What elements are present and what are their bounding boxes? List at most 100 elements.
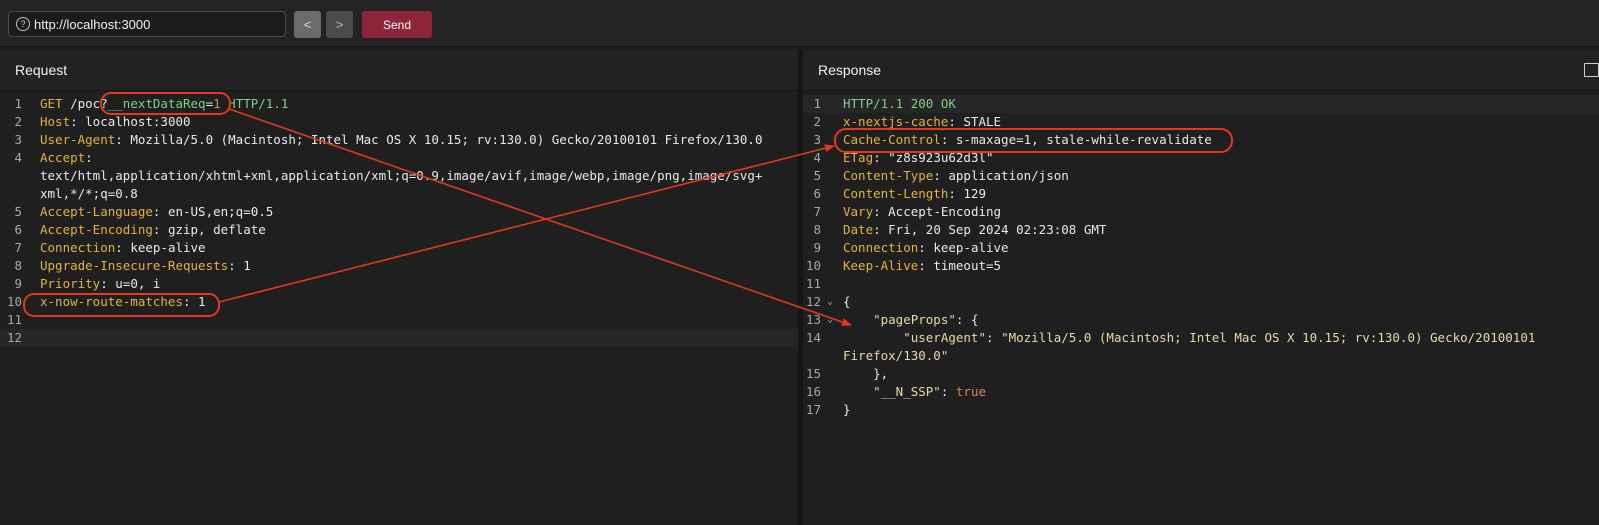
line-number: 4: [14, 150, 22, 165]
request-line: 6 Accept-Encoding: gzip, deflate: [0, 221, 798, 239]
code-token: : en-US,en;q=0.5: [152, 204, 274, 219]
request-line: 7 Connection: keep-alive: [0, 239, 798, 257]
line-text: Firefox/130.0": [843, 347, 948, 365]
code-token: Cache-Control: [843, 132, 941, 147]
code-token: HTTP/1.1 200 OK: [843, 96, 956, 111]
line-text: "userAgent": "Mozilla/5.0 (Macintosh; In…: [843, 329, 1535, 347]
code-token: Keep-Alive: [843, 258, 919, 273]
url-input[interactable]: ? http://localhost:3000: [8, 11, 286, 37]
code-token: : 129: [948, 186, 986, 201]
fold-chevron-icon[interactable]: ⌄: [827, 311, 833, 329]
line-text: {: [843, 293, 851, 311]
line-text: "pageProps": {: [843, 311, 978, 329]
code-token: : {: [955, 312, 979, 327]
line-number: 1: [14, 96, 22, 111]
send-button[interactable]: Send: [362, 11, 432, 38]
code-token: GET: [40, 96, 63, 111]
response-line: 17}: [803, 401, 1599, 419]
response-line: 1 HTTP/1.1 200 OK: [803, 95, 1599, 113]
code-token: "pageProps": [843, 312, 956, 327]
code-token: =: [205, 96, 214, 111]
line-number: 14: [805, 330, 821, 345]
code-token: Accept-Language: [40, 204, 153, 219]
code-token: {: [843, 294, 851, 309]
line-text: Host: localhost:3000: [40, 113, 191, 131]
code-token: Priority: [40, 276, 101, 291]
request-pane: Request 1 GET /poc?__nextDataReq=1 HTTP/1…: [0, 50, 798, 525]
code-token: },: [843, 366, 889, 381]
line-text: },: [843, 365, 888, 383]
line-number: 5: [14, 204, 22, 219]
code-token: :: [85, 150, 93, 165]
fold-chevron-icon[interactable]: ⌄: [827, 293, 833, 311]
line-text: Accept-Language: en-US,en;q=0.5: [40, 203, 273, 221]
code-token: Host: [40, 114, 71, 129]
code-token: Upgrade-Insecure-Requests: [40, 258, 229, 273]
response-line: 2 x-nextjs-cache: STALE: [803, 113, 1599, 131]
code-token: 1: [213, 96, 221, 111]
line-number: 17: [805, 402, 821, 417]
line-text: Connection: keep-alive: [843, 239, 1009, 257]
code-token: x-nextjs-cache: [843, 114, 949, 129]
response-line: 4 ETag: "z8s923u62d3l": [803, 149, 1599, 167]
code-token: : timeout=5: [918, 258, 1002, 273]
code-token: :: [940, 384, 956, 399]
code-token: "__N_SSP": [843, 384, 941, 399]
request-line: 9 Priority: u=0, i: [0, 275, 798, 293]
response-editor[interactable]: 1 HTTP/1.1 200 OK 2 x-nextjs-cache: STALE 3 C…: [803, 95, 1599, 419]
line-number: 16: [805, 384, 821, 399]
top-toolbar: ? http://localhost:3000 < > Send: [0, 0, 1599, 47]
line-number: 3: [813, 132, 821, 147]
code-token: xml,*/*;q=0.8: [40, 186, 138, 201]
line-number: 9: [14, 276, 22, 291]
line-text: Connection: keep-alive: [40, 239, 206, 257]
code-token: Connection: [40, 240, 116, 255]
line-text: Accept-Encoding: gzip, deflate: [40, 221, 266, 239]
line-number: 9: [813, 240, 821, 255]
request-line: 8 Upgrade-Insecure-Requests: 1: [0, 257, 798, 275]
code-token: Content-Type: [843, 168, 934, 183]
code-token: Accept: [40, 150, 86, 165]
back-button[interactable]: <: [294, 11, 321, 38]
line-number: 8: [14, 258, 22, 273]
code-token: : 1: [228, 258, 251, 273]
code-token: HTTP/1.1: [220, 96, 289, 111]
response-line: 6 Content-Length: 129: [803, 185, 1599, 203]
response-line: 7 Vary: Accept-Encoding: [803, 203, 1599, 221]
line-number: 8: [813, 222, 821, 237]
request-line: xml,*/*;q=0.8: [0, 185, 798, 203]
line-number: 12: [805, 294, 821, 309]
response-line: 9 Connection: keep-alive: [803, 239, 1599, 257]
request-title: Request: [0, 50, 798, 91]
code-token: : keep-alive: [115, 240, 206, 255]
code-token: : gzip, deflate: [152, 222, 266, 237]
line-number: 11: [805, 276, 821, 291]
request-line: 1 GET /poc?__nextDataReq=1 HTTP/1.1: [0, 95, 798, 113]
code-token: Accept-Encoding: [40, 222, 153, 237]
code-token: "Mozilla/5.0 (Macintosh; Intel Mac OS X …: [1001, 330, 1536, 345]
expand-icon[interactable]: [1584, 63, 1599, 77]
code-token: "userAgent": [843, 330, 986, 345]
code-token: Firefox/130.0": [843, 348, 949, 363]
url-text: http://localhost:3000: [34, 16, 151, 32]
response-line: 14 "userAgent": "Mozilla/5.0 (Macintosh;…: [803, 329, 1599, 347]
request-line: 4 Accept:: [0, 149, 798, 167]
code-token: ?: [100, 96, 108, 111]
line-text: x-now-route-matches: 1: [40, 293, 206, 311]
line-number: 10: [805, 258, 821, 273]
forward-button[interactable]: >: [326, 11, 353, 38]
line-text: ETag: "z8s923u62d3l": [843, 149, 994, 167]
code-token: : STALE: [948, 114, 1002, 129]
request-line: 10 x-now-route-matches: 1: [0, 293, 798, 311]
code-token: Date: [843, 222, 874, 237]
response-line: 3 Cache-Control: s-maxage=1, stale-while-…: [803, 131, 1599, 149]
response-pane: Response 1 HTTP/1.1 200 OK 2 x-nextjs-cache…: [803, 50, 1599, 525]
code-token: ETag: [843, 150, 874, 165]
line-number: 1: [813, 96, 821, 111]
line-text: "__N_SSP": true: [843, 383, 986, 401]
request-editor[interactable]: 1 GET /poc?__nextDataReq=1 HTTP/1.1 2 Host:…: [0, 95, 798, 347]
request-line: 12: [0, 329, 798, 347]
line-number: 2: [14, 114, 22, 129]
response-line: 16 "__N_SSP": true: [803, 383, 1599, 401]
chevron-right-icon: >: [335, 17, 344, 32]
